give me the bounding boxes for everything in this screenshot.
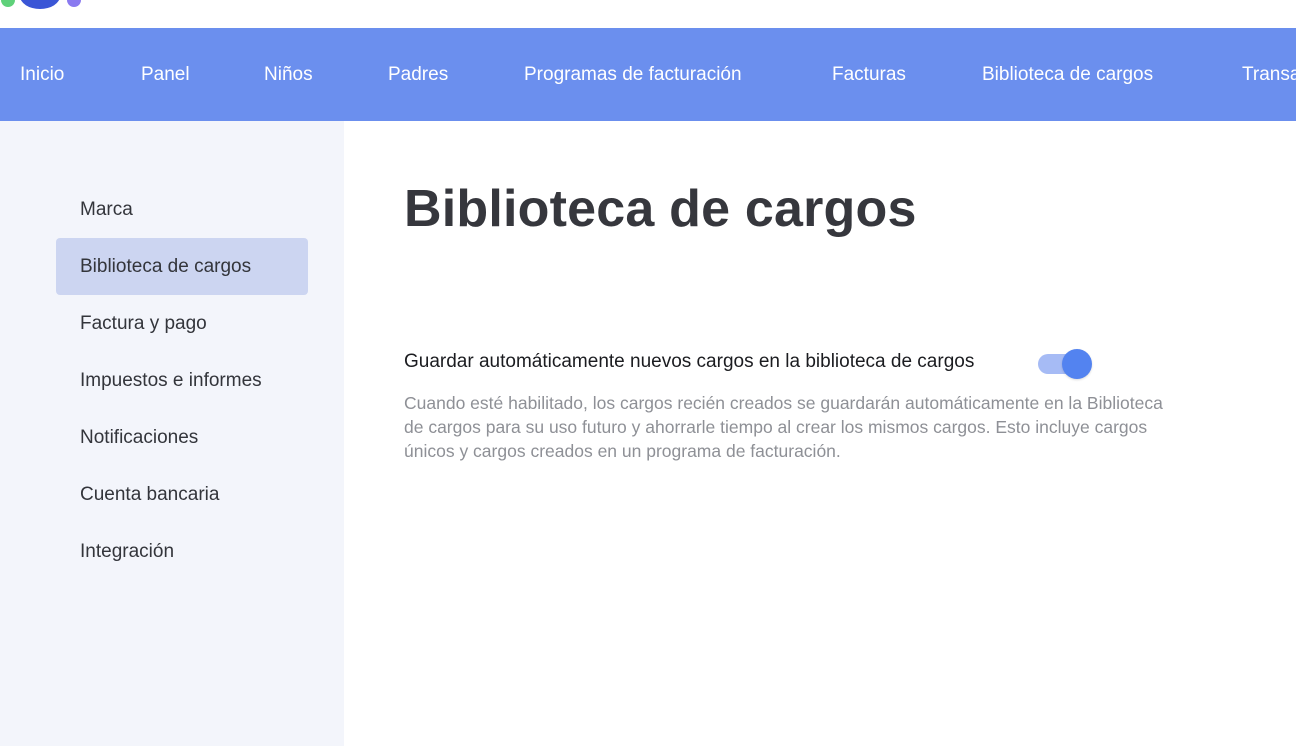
sidebar-item-biblioteca-de-cargos[interactable]: Biblioteca de cargos bbox=[56, 238, 308, 295]
sidebar-item-cuenta-bancaria[interactable]: Cuenta bancaria bbox=[56, 466, 308, 523]
top-header bbox=[0, 0, 1296, 28]
sidebar-item-notificaciones[interactable]: Notificaciones bbox=[56, 409, 308, 466]
nav-item-facturas[interactable]: Facturas bbox=[832, 28, 906, 121]
settings-sidebar: Marca Biblioteca de cargos Factura y pag… bbox=[0, 121, 344, 746]
auto-save-setting-label: Guardar automáticamente nuevos cargos en… bbox=[404, 351, 975, 372]
page-title: Biblioteca de cargos bbox=[404, 180, 917, 238]
nav-item-panel[interactable]: Panel bbox=[141, 28, 190, 121]
nav-item-programas-de-facturacion[interactable]: Programas de facturación bbox=[524, 28, 742, 121]
brand-logo-icon[interactable] bbox=[0, 0, 96, 12]
auto-save-toggle[interactable] bbox=[1038, 349, 1092, 379]
auto-save-setting-description: Cuando esté habilitado, los cargos recié… bbox=[404, 393, 1163, 461]
nav-item-padres[interactable]: Padres bbox=[388, 28, 448, 121]
toggle-knob bbox=[1062, 349, 1092, 379]
nav-item-biblioteca-de-cargos[interactable]: Biblioteca de cargos bbox=[982, 28, 1153, 121]
nav-item-ninos[interactable]: Niños bbox=[264, 28, 313, 121]
sidebar-item-impuestos-e-informes[interactable]: Impuestos e informes bbox=[56, 352, 308, 409]
nav-item-inicio[interactable]: Inicio bbox=[20, 28, 64, 121]
main-navbar: Inicio Panel Niños Padres Programas de f… bbox=[0, 28, 1296, 121]
sidebar-item-integracion[interactable]: Integración bbox=[56, 523, 308, 580]
sidebar-item-factura-y-pago[interactable]: Factura y pago bbox=[56, 295, 308, 352]
nav-item-transacciones[interactable]: Transacciones bbox=[1242, 28, 1296, 121]
sidebar-item-marca[interactable]: Marca bbox=[56, 181, 308, 238]
main-content: Biblioteca de cargos Guardar automáticam… bbox=[344, 121, 1296, 746]
